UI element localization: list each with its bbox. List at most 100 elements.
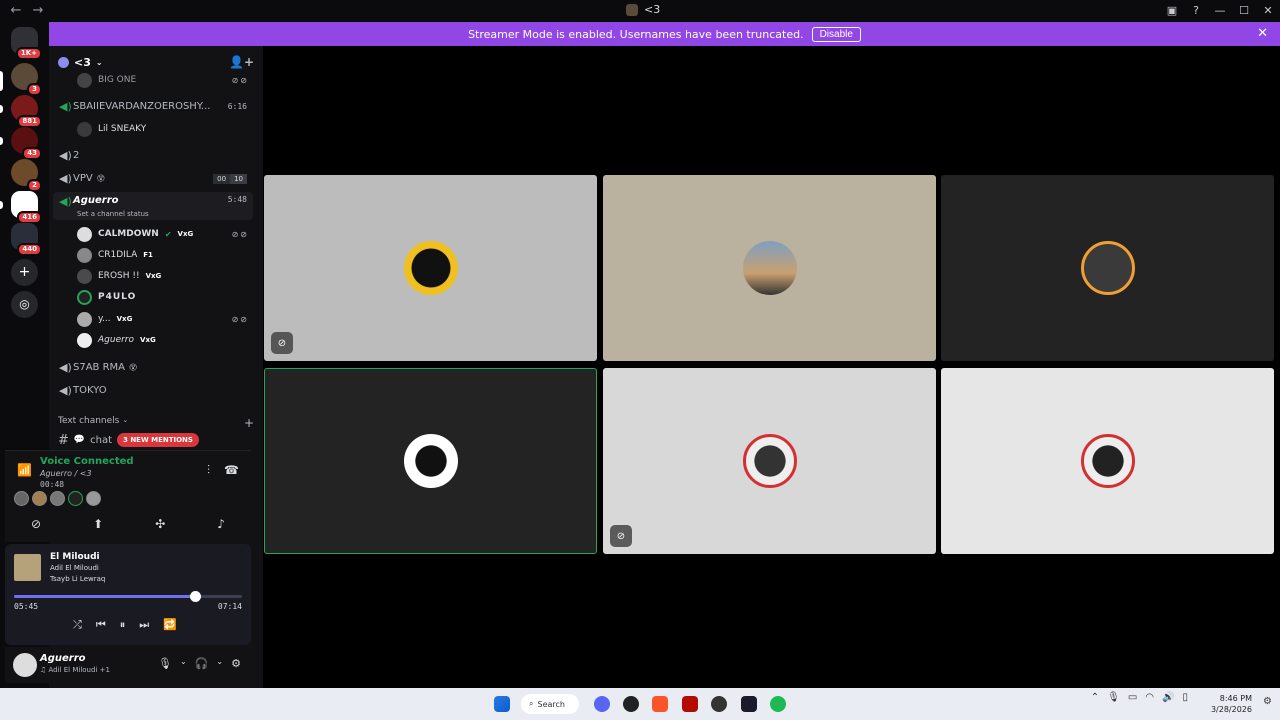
voice-member[interactable]: Aguerro VxG bbox=[77, 331, 249, 349]
headphones-icon[interactable]: 🎧 bbox=[195, 657, 209, 670]
participant-tile[interactable] bbox=[264, 368, 597, 554]
pause-icon[interactable]: ⏸ bbox=[120, 618, 126, 632]
avatar[interactable] bbox=[50, 491, 65, 506]
voice-channel-s7ab[interactable]: ◀) S7AB RMA 😵 bbox=[53, 357, 253, 378]
participant-tile[interactable]: ⊘ bbox=[264, 175, 597, 361]
avatar[interactable] bbox=[86, 491, 101, 506]
camera-off-icon[interactable]: ⊘ bbox=[31, 517, 41, 531]
channel-name: SBAIIEVARDANZOEROSHY... bbox=[73, 101, 211, 112]
brave-browser-icon[interactable] bbox=[652, 696, 668, 712]
notification-icon[interactable]: ⚙ bbox=[1263, 696, 1272, 707]
avatar[interactable] bbox=[13, 653, 37, 677]
app-icon[interactable] bbox=[711, 696, 727, 712]
speaker-icon: ◀) bbox=[59, 361, 72, 374]
app-g-icon[interactable] bbox=[623, 696, 639, 712]
voice-member[interactable]: EROSH !! VxG bbox=[77, 267, 249, 285]
chevron-up-icon[interactable]: ⌃ bbox=[1091, 692, 1099, 703]
album-art[interactable] bbox=[14, 554, 41, 581]
add-member-icon[interactable]: 👤+ bbox=[229, 55, 254, 69]
discover-icon[interactable]: ◎ bbox=[11, 291, 38, 318]
voice-status: Voice Connected bbox=[40, 456, 134, 467]
activities-icon[interactable]: ✣ bbox=[155, 517, 165, 531]
chevron-down-icon[interactable]: ⌄ bbox=[180, 657, 187, 670]
taskbar-search[interactable]: ⌕ Search bbox=[521, 694, 579, 714]
participant-tile[interactable]: ⊘ bbox=[603, 368, 936, 554]
progress-knob[interactable] bbox=[190, 591, 202, 602]
avatar[interactable] bbox=[68, 491, 83, 506]
participant-tile[interactable] bbox=[941, 368, 1274, 554]
windows-start-icon[interactable] bbox=[494, 696, 510, 712]
voice-channel-2[interactable]: ◀) 2 bbox=[53, 145, 253, 166]
signal-icon[interactable]: 📶 bbox=[17, 463, 32, 477]
maximize-button[interactable]: ☐ bbox=[1232, 4, 1256, 17]
voice-member[interactable]: CALMDOWN ✔ VxG ⊘⊘ bbox=[77, 225, 249, 243]
soundboard-icon[interactable]: ♪ bbox=[217, 517, 225, 531]
disconnect-icon[interactable]: ☎ bbox=[224, 463, 239, 478]
new-mentions-badge[interactable]: 3 NEW MENTIONS bbox=[117, 433, 199, 447]
previous-icon[interactable]: ⏮ bbox=[96, 618, 106, 632]
discord-app-icon[interactable] bbox=[594, 696, 610, 712]
participant-tile[interactable] bbox=[941, 175, 1274, 361]
next-icon[interactable]: ⏭ bbox=[139, 618, 149, 632]
track-duration: 07:14 bbox=[217, 602, 242, 611]
track-album[interactable]: Tsayb Li Lewraq bbox=[50, 575, 105, 583]
disable-streamer-button[interactable]: Disable bbox=[811, 26, 861, 42]
avatar[interactable] bbox=[32, 491, 47, 506]
progress-bar[interactable] bbox=[14, 591, 242, 602]
voice-member[interactable]: CR1DILA F1 bbox=[77, 246, 249, 264]
voice-channel-tokyo[interactable]: ◀) TOKYO bbox=[53, 380, 253, 401]
volume-icon[interactable]: 🔊 bbox=[1162, 692, 1174, 703]
back-arrow-icon[interactable]: ← bbox=[8, 3, 24, 18]
screen-share-icon[interactable]: ⬆ bbox=[93, 517, 103, 531]
server-icon[interactable]: 43 bbox=[11, 127, 42, 160]
discord-home-icon[interactable]: 1K+ bbox=[11, 27, 42, 60]
participant-tile[interactable] bbox=[603, 175, 936, 361]
server-icon[interactable]: 416 bbox=[11, 191, 42, 224]
display-icon[interactable]: ▭ bbox=[1128, 692, 1137, 703]
server-folder-icon[interactable]: 440 bbox=[11, 223, 42, 256]
microphone-icon[interactable]: 🎙 bbox=[1107, 692, 1120, 703]
notification-badge: 440 bbox=[17, 243, 42, 256]
user-controls: 🎙 ⌄ 🎧 ⌄ ⚙ bbox=[158, 657, 241, 670]
noise-suppression-icon[interactable]: ⫶ bbox=[207, 463, 210, 478]
text-channels-header[interactable]: Text channels ⌄ + bbox=[58, 416, 254, 430]
voice-member[interactable]: P4ULO bbox=[77, 288, 249, 306]
track-artist[interactable]: Adil El Miloudi bbox=[50, 564, 99, 572]
chevron-down-icon[interactable]: ⌄ bbox=[216, 657, 223, 670]
voice-channel-sbaiie[interactable]: ◀) SBAIIEVARDANZOEROSHY... 6:16 bbox=[53, 96, 253, 117]
voice-channel-link[interactable]: Aguerro / <3 bbox=[40, 469, 92, 478]
minimize-button[interactable]: — bbox=[1208, 4, 1232, 17]
add-channel-icon[interactable]: + bbox=[244, 416, 254, 430]
channel-status[interactable]: Set a channel status bbox=[77, 210, 149, 218]
close-button[interactable]: ✕ bbox=[1256, 4, 1280, 17]
avatar[interactable] bbox=[14, 491, 29, 506]
server-icon[interactable]: 2 bbox=[11, 159, 42, 192]
repeat-icon[interactable]: 🔁 bbox=[163, 618, 177, 632]
shuffle-icon[interactable]: ⤮ bbox=[73, 618, 82, 632]
close-icon[interactable]: ✕ bbox=[1257, 26, 1268, 41]
add-server-icon[interactable]: + bbox=[11, 259, 38, 286]
forward-arrow-icon[interactable]: → bbox=[30, 3, 46, 18]
settings-gear-icon[interactable]: ⚙ bbox=[231, 657, 241, 670]
clock-time: 8:46 PM bbox=[1219, 694, 1252, 703]
server-icon[interactable]: 881 bbox=[11, 95, 42, 128]
text-channel-chat[interactable]: # 💬 chat 3 NEW MENTIONS bbox=[58, 431, 199, 449]
microphone-icon[interactable]: 🎙 bbox=[158, 657, 172, 670]
spotify-icon[interactable] bbox=[770, 696, 786, 712]
voice-member[interactable]: y... VxG ⊘⊘ bbox=[77, 310, 249, 328]
help-icon[interactable]: ? bbox=[1184, 4, 1208, 17]
battery-icon[interactable]: ▯ bbox=[1182, 692, 1188, 703]
system-clock[interactable]: 8:46 PM 3/28/2026 bbox=[1211, 693, 1252, 715]
activity-text: Adil El Miloudi +1 bbox=[48, 666, 110, 674]
voice-member[interactable]: Lil SNEAKY bbox=[77, 120, 249, 138]
inbox-icon[interactable]: ▣ bbox=[1160, 4, 1184, 17]
track-title[interactable]: El Miloudi bbox=[50, 552, 100, 562]
avatar bbox=[403, 241, 458, 295]
app-v-icon[interactable] bbox=[741, 696, 757, 712]
acrobat-icon[interactable] bbox=[682, 696, 698, 712]
server-icon[interactable]: 3 bbox=[11, 63, 42, 96]
username[interactable]: Aguerro bbox=[40, 653, 86, 664]
voice-member[interactable]: BIG ONE ⊘⊘ bbox=[77, 71, 249, 89]
wifi-icon[interactable]: ◠ bbox=[1145, 692, 1154, 703]
voice-channel-vpv[interactable]: ◀) VPV 😵 00 10 bbox=[53, 168, 253, 189]
